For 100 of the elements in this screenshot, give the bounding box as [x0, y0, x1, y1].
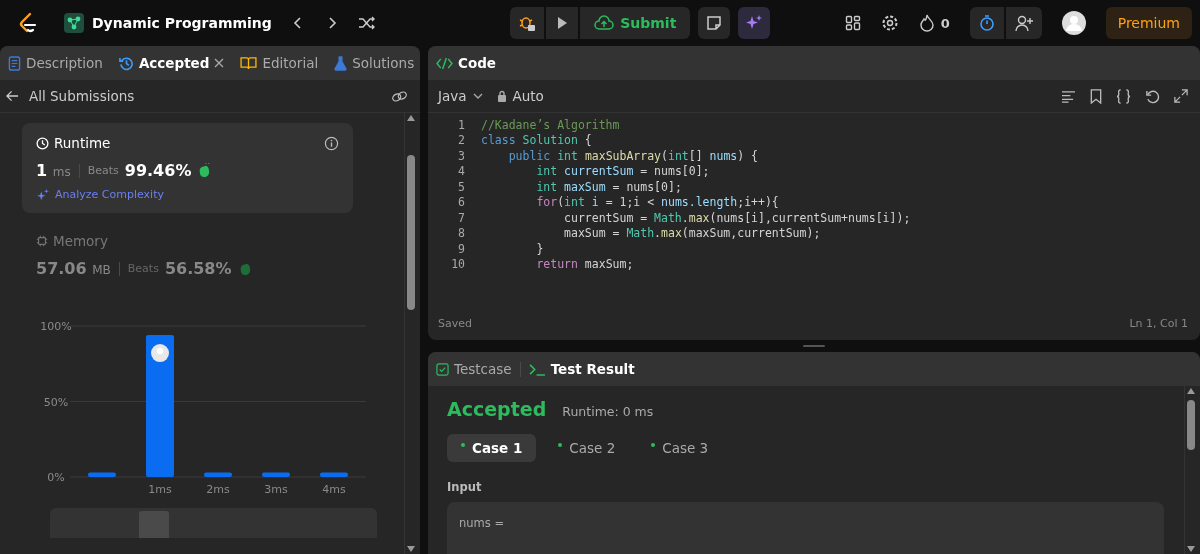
timer-button[interactable] — [969, 7, 1004, 39]
code-line: public int maxSubArray(int[] nums) { — [507, 148, 759, 163]
code-line: return maxSum; — [535, 257, 634, 272]
y-tick-label: 0% — [47, 471, 65, 484]
code-line: int maxSum = nums[0]; — [535, 179, 682, 194]
lock-icon — [496, 90, 507, 102]
code-line: for(int i = 1;i < nums.length;i++){ — [535, 195, 779, 210]
range-handle[interactable] — [139, 511, 170, 538]
runtime-card[interactable]: Runtime 1 ms Beats 99.46% Analyze Complexity — [22, 123, 353, 213]
link-icon[interactable] — [391, 89, 408, 103]
line-number: 6 — [457, 195, 465, 210]
code-line: class Solution { — [481, 133, 592, 148]
beats-label: Beats — [87, 164, 119, 177]
beats-percent: 99.46% — [124, 161, 192, 180]
variable-name: nums = — [459, 516, 505, 530]
info-icon[interactable] — [324, 135, 339, 151]
chart-bar[interactable] — [146, 335, 174, 477]
shuffle-icon[interactable] — [357, 15, 376, 31]
checkbox-icon — [436, 362, 449, 376]
terminal-icon — [528, 362, 546, 376]
input-label: Input — [447, 480, 483, 494]
code-tab[interactable]: Code — [436, 55, 496, 71]
code-line: int currentSum = nums[0]; — [535, 164, 710, 179]
beats-label: Beats — [127, 262, 159, 275]
flame-icon[interactable] — [918, 14, 935, 32]
scrollbar-thumb[interactable] — [407, 155, 415, 310]
memory-title: Memory — [36, 233, 108, 249]
line-number: 4 — [457, 164, 465, 179]
problem-list-button[interactable]: Dynamic Programming — [64, 13, 272, 33]
line-number: 8 — [457, 226, 465, 241]
avatar-icon[interactable] — [1061, 11, 1086, 35]
braces-icon[interactable] — [1116, 88, 1131, 104]
expand-icon[interactable] — [1174, 89, 1188, 103]
code-line: } — [535, 241, 544, 256]
runtime-title: Runtime — [36, 135, 111, 151]
avatar-icon — [151, 344, 169, 363]
x-tick-label: 4ms — [322, 483, 346, 496]
add-user-button[interactable] — [1005, 7, 1042, 39]
code-icon — [436, 56, 453, 70]
scroll-down-icon[interactable] — [1187, 546, 1195, 552]
case-tab[interactable]: Case 2 — [544, 434, 630, 462]
premium-button[interactable]: Premium — [1105, 7, 1192, 39]
line-number: 9 — [457, 241, 465, 256]
x-tick-label: 3ms — [264, 483, 288, 496]
auto-mode-label[interactable]: Auto — [496, 88, 544, 104]
clock-icon — [36, 136, 49, 150]
scroll-up-icon[interactable] — [1187, 388, 1195, 394]
runtime-value: 1 ms — [36, 161, 71, 180]
stopwatch-icon — [977, 14, 996, 32]
bookmark-icon[interactable] — [1090, 88, 1102, 104]
line-number: 1 — [457, 117, 465, 132]
case-tab[interactable]: Case 1 — [447, 434, 537, 462]
add-user-icon — [1013, 14, 1034, 32]
reset-icon[interactable] — [1145, 88, 1160, 104]
memory-card[interactable]: Memory 57.06 MB Beats 56.58% — [22, 221, 353, 290]
history-icon — [118, 55, 134, 71]
format-icon[interactable] — [1061, 89, 1076, 103]
all-submissions-link[interactable]: All Submissions — [6, 88, 135, 104]
language-dropdown[interactable]: Java — [438, 88, 483, 104]
note-button[interactable] — [698, 7, 731, 39]
close-icon[interactable] — [214, 58, 225, 68]
runtime-text: Runtime: 0 ms — [562, 404, 654, 419]
panel-tab[interactable]: Testcase — [436, 361, 512, 377]
submit-button[interactable]: Submit — [580, 7, 691, 39]
line-number: 7 — [457, 210, 465, 225]
panel-tab[interactable]: Description — [8, 55, 103, 71]
cloud-upload-icon — [594, 15, 615, 31]
book-icon — [240, 56, 258, 70]
flask-icon — [334, 55, 348, 71]
range-slider[interactable] — [50, 508, 377, 538]
x-tick-label: 1ms — [148, 483, 172, 496]
line-number: 10 — [450, 257, 465, 272]
save-status: Saved — [438, 316, 472, 330]
nodes-icon — [64, 13, 84, 33]
panel-tab[interactable]: Editorial — [240, 55, 319, 71]
panel-tab[interactable]: Accepted — [118, 55, 225, 71]
settings-icon[interactable] — [880, 14, 899, 32]
code-line: //Kadane’s Algorithm — [481, 117, 620, 132]
layout-icon[interactable] — [844, 15, 861, 31]
memory-value: 57.06 MB — [36, 259, 111, 278]
line-number: 2 — [457, 133, 465, 148]
code-line: maxSum = Math.max(maxSum,currentSum); — [563, 226, 821, 241]
document-icon — [8, 55, 21, 71]
scroll-up-icon[interactable] — [407, 115, 415, 121]
case-tab[interactable]: Case 3 — [637, 434, 723, 462]
panel-tab[interactable]: Solutions — [334, 55, 415, 71]
line-number: 5 — [457, 179, 465, 194]
scrollbar-thumb[interactable] — [1187, 400, 1195, 450]
panel-tab[interactable]: Test Result — [528, 361, 635, 377]
scrollbar[interactable] — [1184, 386, 1197, 554]
chevron-down-icon — [472, 93, 483, 99]
ai-button[interactable] — [738, 7, 771, 39]
beats-percent: 56.58% — [164, 259, 232, 278]
debug-button[interactable] — [510, 7, 545, 39]
scrollbar[interactable] — [404, 113, 417, 554]
run-button[interactable] — [546, 7, 579, 39]
back-arrow-icon — [6, 90, 19, 102]
scroll-down-icon[interactable] — [407, 546, 415, 552]
analyze-complexity-link[interactable]: Analyze Complexity — [36, 188, 339, 201]
code-line: currentSum = Math.max(nums[i],currentSum+nums[i]); — [563, 210, 911, 225]
